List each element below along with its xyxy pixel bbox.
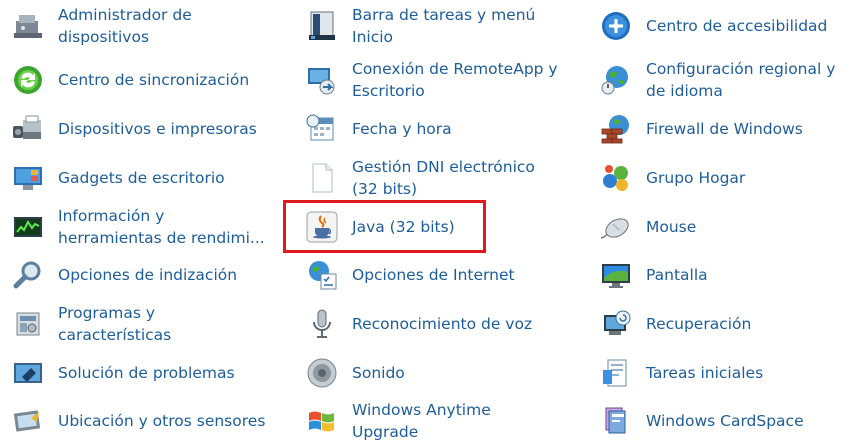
sync-center-icon [10,62,46,98]
firewall-icon [598,111,634,147]
item-label: Mouse [646,218,697,236]
item-label: Centro de sincronización [58,71,250,89]
homegroup-icon [598,160,634,196]
item-windows-firewall[interactable]: Firewall de Windows [594,105,857,153]
item-homegroup[interactable]: Grupo Hogar [594,154,857,202]
speaker-icon [304,355,340,391]
item-label: Recuperación [646,315,752,333]
item-sync-center[interactable]: Centro de sincronización [6,56,296,104]
display-icon [598,257,634,293]
item-label: Gestión DNI electrónico (32 bits) [352,158,535,198]
item-label: Firewall de Windows [646,120,803,138]
item-desktop-gadgets[interactable]: Gadgets de escritorio [6,154,296,202]
item-label: Información y herramientas de rendimi... [58,207,265,247]
devices-printers-icon [10,111,46,147]
item-location-sensors[interactable]: Ubicación y otros sensores [6,397,296,445]
item-region-language[interactable]: Configuración regional y de idioma [594,56,857,104]
indexing-options-icon [10,257,46,293]
item-label: Administrador de dispositivos [58,6,192,46]
cardspace-icon [598,403,634,439]
microphone-icon [304,306,340,342]
internet-options-icon [304,257,340,293]
programs-features-icon [10,306,46,342]
item-remoteapp[interactable]: Conexión de RemoteApp y Escritorio [300,56,590,104]
item-label: Centro de accesibilidad [646,17,828,35]
item-getting-started[interactable]: Tareas iniciales [594,349,857,397]
location-sensors-icon [10,403,46,439]
item-label: Gadgets de escritorio [58,169,225,187]
item-windows-anytime-upgrade[interactable]: Windows Anytime Upgrade [300,397,590,445]
item-label: Tareas iniciales [646,364,764,382]
windows-anytime-upgrade-icon [304,403,340,439]
item-label: Grupo Hogar [646,169,746,187]
item-accessibility-center[interactable]: Centro de accesibilidad [594,2,857,50]
item-label: Reconocimiento de voz [352,315,533,333]
item-label: Opciones de indización [58,266,238,284]
remoteapp-icon [304,62,340,98]
item-label: Sonido [352,364,405,382]
item-windows-cardspace[interactable]: Windows CardSpace [594,397,857,445]
java-icon [304,209,340,245]
item-indexing-options[interactable]: Opciones de indización [6,251,296,299]
item-label: Barra de tareas y menú Inicio [352,6,536,46]
date-time-icon [304,111,340,147]
control-panel-grid: Administrador de dispositivos Centro de … [0,0,857,441]
item-java[interactable]: Java (32 bits) [300,203,590,251]
item-label: Opciones de Internet [352,266,515,284]
device-manager-icon [10,8,46,44]
mouse-icon [598,209,634,245]
item-label: Java (32 bits) [352,218,455,236]
item-internet-options[interactable]: Opciones de Internet [300,251,590,299]
item-label: Windows Anytime Upgrade [352,401,491,441]
recovery-icon [598,306,634,342]
getting-started-icon [598,355,634,391]
item-performance-info[interactable]: Información y herramientas de rendimi... [6,203,296,251]
item-date-time[interactable]: Fecha y hora [300,105,590,153]
region-language-icon [598,62,634,98]
item-mouse[interactable]: Mouse [594,203,857,251]
item-label: Pantalla [646,266,708,284]
item-label: Conexión de RemoteApp y Escritorio [352,60,558,100]
desktop-gadgets-icon [10,160,46,196]
performance-info-icon [10,209,46,245]
accessibility-icon [598,8,634,44]
troubleshooting-icon [10,355,46,391]
item-label: Ubicación y otros sensores [58,412,266,430]
item-dni-electronico[interactable]: Gestión DNI electrónico (32 bits) [300,154,590,202]
dni-blank-document-icon [304,160,340,196]
item-label: Dispositivos e impresoras [58,120,257,138]
item-label: Programas y características [58,304,172,344]
item-label: Fecha y hora [352,120,452,138]
item-troubleshooting[interactable]: Solución de problemas [6,349,296,397]
item-display[interactable]: Pantalla [594,251,857,299]
item-devices-printers[interactable]: Dispositivos e impresoras [6,105,296,153]
item-taskbar-start-menu[interactable]: Barra de tareas y menú Inicio [300,2,590,50]
item-sound[interactable]: Sonido [300,349,590,397]
item-label: Solución de problemas [58,364,235,382]
item-programs-features[interactable]: Programas y características [6,300,296,348]
item-recovery[interactable]: Recuperación [594,300,857,348]
item-label: Configuración regional y de idioma [646,60,836,100]
item-label: Windows CardSpace [646,412,804,430]
item-device-manager[interactable]: Administrador de dispositivos [6,2,296,50]
item-speech-recognition[interactable]: Reconocimiento de voz [300,300,590,348]
taskbar-start-menu-icon [304,8,340,44]
